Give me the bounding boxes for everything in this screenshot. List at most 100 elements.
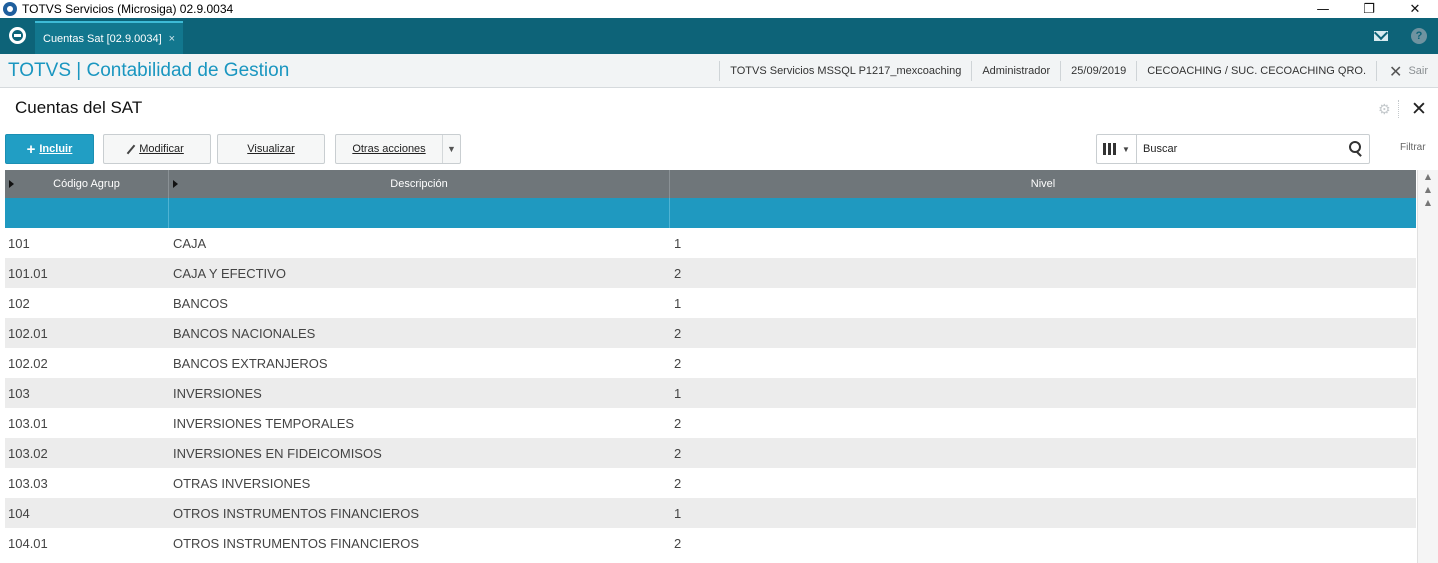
cell-nivel: 1 bbox=[674, 505, 682, 521]
messages-button[interactable] bbox=[1362, 18, 1400, 54]
incluir-button[interactable]: + Incluir bbox=[5, 134, 94, 164]
cell-descripcion: OTROS INSTRUMENTOS FINANCIEROS bbox=[173, 505, 420, 521]
table-row[interactable]: 101 CAJA 1 bbox=[5, 228, 1416, 258]
tab-close-icon[interactable]: × bbox=[169, 33, 175, 45]
restore-button[interactable]: ❐ bbox=[1346, 0, 1392, 18]
search-box: ▼ bbox=[1096, 134, 1370, 164]
table-row[interactable]: 101.01 CAJA Y EFECTIVO 2 bbox=[5, 258, 1416, 288]
incluir-label: Incluir bbox=[39, 143, 73, 155]
mail-icon bbox=[1374, 31, 1388, 41]
scroll-page-up-icon[interactable]: ▲ bbox=[1418, 183, 1438, 196]
window-titlebar: TOTVS Servicios (Microsiga) 02.9.0034 — … bbox=[0, 0, 1438, 18]
visualizar-label: Visualizar bbox=[247, 143, 295, 155]
tabbar-actions: ? bbox=[1362, 18, 1438, 54]
column-header-label: Nivel bbox=[1030, 178, 1056, 190]
column-arrow-icon bbox=[173, 180, 178, 188]
column-header-nivel[interactable]: Nivel bbox=[670, 170, 1416, 198]
cell-descripcion: BANCOS NACIONALES bbox=[173, 325, 316, 341]
cell-nivel: 2 bbox=[674, 445, 682, 461]
exit-button[interactable]: ✕ Sair bbox=[1376, 61, 1438, 81]
grid-body: 101 CAJA 1 101.01 CAJA Y EFECTIVO 2 102 BANCOS 1… bbox=[5, 228, 1416, 558]
minimize-button[interactable]: — bbox=[1300, 0, 1346, 18]
search-input[interactable] bbox=[1137, 136, 1341, 162]
help-icon: ? bbox=[1411, 28, 1427, 44]
exit-label: Sair bbox=[1408, 65, 1428, 77]
cell-nivel: 1 bbox=[674, 235, 682, 251]
columns-icon bbox=[1103, 143, 1117, 155]
table-row[interactable]: 104.01 OTROS INSTRUMENTOS FINANCIEROS 2 bbox=[5, 528, 1416, 558]
plus-icon: + bbox=[26, 140, 36, 158]
cell-codigo: 102.02 bbox=[8, 355, 48, 371]
cell-nivel: 2 bbox=[674, 535, 682, 551]
cell-codigo: 101.01 bbox=[8, 265, 48, 281]
cell-nivel: 2 bbox=[674, 265, 682, 281]
branch-info[interactable]: CECOACHING / SUC. CECOACHING QRO. bbox=[1136, 61, 1376, 81]
scroll-top-icon[interactable]: ▲ bbox=[1418, 170, 1438, 183]
divider bbox=[1398, 100, 1399, 118]
table-row[interactable]: 102.02 BANCOS EXTRANJEROS 2 bbox=[5, 348, 1416, 378]
pencil-icon bbox=[126, 144, 136, 154]
gear-icon[interactable]: ⚙ bbox=[1378, 102, 1391, 118]
close-page-button[interactable]: ✕ bbox=[1411, 98, 1427, 120]
cell-nivel: 2 bbox=[674, 475, 682, 491]
modificar-button[interactable]: Modificar bbox=[103, 134, 211, 164]
modificar-label: Modificar bbox=[139, 143, 184, 155]
filter-cell-nivel[interactable] bbox=[670, 198, 1416, 228]
cell-codigo: 102.01 bbox=[8, 325, 48, 341]
cell-descripcion: CAJA Y EFECTIVO bbox=[173, 265, 286, 281]
server-info: TOTVS Servicios MSSQL P1217_mexcoaching bbox=[719, 61, 971, 81]
dropdown-arrow-icon[interactable]: ▼ bbox=[442, 135, 460, 163]
cell-descripcion: INVERSIONES bbox=[173, 385, 262, 401]
cell-codigo: 101 bbox=[8, 235, 30, 251]
table-row[interactable]: 102 BANCOS 1 bbox=[5, 288, 1416, 318]
tab-label: Cuentas Sat [02.9.0034] bbox=[43, 32, 162, 45]
page-title: Cuentas del SAT bbox=[15, 98, 143, 117]
module-header: TOTVS | Contabilidad de Gestion TOTVS Se… bbox=[0, 54, 1438, 88]
filtrar-link[interactable]: Filtrar bbox=[1400, 142, 1426, 153]
table-row[interactable]: 103.03 OTRAS INVERSIONES 2 bbox=[5, 468, 1416, 498]
totvs-app-icon bbox=[3, 2, 17, 16]
cell-nivel: 1 bbox=[674, 385, 682, 401]
visualizar-button[interactable]: Visualizar bbox=[217, 134, 325, 164]
column-selector[interactable]: ▼ bbox=[1097, 135, 1137, 163]
user-info: Administrador bbox=[971, 61, 1060, 81]
cell-nivel: 2 bbox=[674, 325, 682, 341]
column-header-label: Código Agrup bbox=[53, 178, 120, 190]
otras-acciones-button[interactable]: Otras acciones ▼ bbox=[335, 134, 461, 164]
table-row[interactable]: 103.02 INVERSIONES EN FIDEICOMISOS 2 bbox=[5, 438, 1416, 468]
scroll-up-icon[interactable]: ▲ bbox=[1418, 196, 1438, 209]
cell-nivel: 2 bbox=[674, 415, 682, 431]
cell-nivel: 1 bbox=[674, 295, 682, 311]
session-info: TOTVS Servicios MSSQL P1217_mexcoaching … bbox=[719, 54, 1438, 88]
column-header-label: Descripción bbox=[390, 178, 448, 190]
otras-acciones-label: Otras acciones bbox=[352, 143, 426, 155]
tab-cuentas-sat[interactable]: Cuentas Sat [02.9.0034] × bbox=[35, 21, 184, 54]
grid-header: Código Agrup Descripción Nivel bbox=[5, 170, 1416, 198]
table-row[interactable]: 104 OTROS INSTRUMENTOS FINANCIEROS 1 bbox=[5, 498, 1416, 528]
table-row[interactable]: 102.01 BANCOS NACIONALES 2 bbox=[5, 318, 1416, 348]
cell-codigo: 104.01 bbox=[8, 535, 48, 551]
filter-cell-codigo[interactable] bbox=[5, 198, 169, 228]
totvs-logo-icon[interactable] bbox=[9, 27, 26, 44]
cell-descripcion: BANCOS bbox=[173, 295, 228, 311]
filter-cell-descripcion[interactable] bbox=[169, 198, 670, 228]
table-row[interactable]: 103.01 INVERSIONES TEMPORALES 2 bbox=[5, 408, 1416, 438]
chevron-down-icon: ▼ bbox=[1122, 144, 1130, 154]
accounts-grid: Código Agrup Descripción Nivel 101 CAJA 1 1… bbox=[5, 170, 1416, 563]
window-close-button[interactable]: ✕ bbox=[1392, 0, 1438, 18]
column-header-descripcion[interactable]: Descripción bbox=[169, 170, 670, 198]
grid-filter-row[interactable] bbox=[5, 198, 1416, 228]
table-row[interactable]: 103 INVERSIONES 1 bbox=[5, 378, 1416, 408]
cell-codigo: 103.01 bbox=[8, 415, 48, 431]
cell-codigo: 103.03 bbox=[8, 475, 48, 491]
vertical-scrollbar[interactable]: ▲ ▲ ▲ bbox=[1417, 170, 1438, 563]
module-title: TOTVS | Contabilidad de Gestion bbox=[8, 60, 290, 81]
cell-descripcion: OTRAS INVERSIONES bbox=[173, 475, 311, 491]
cell-codigo: 104 bbox=[8, 505, 30, 521]
column-header-codigo[interactable]: Código Agrup bbox=[5, 170, 169, 198]
cell-descripcion: INVERSIONES TEMPORALES bbox=[173, 415, 355, 431]
search-icon[interactable] bbox=[1341, 135, 1369, 163]
help-button[interactable]: ? bbox=[1400, 18, 1438, 54]
cell-descripcion: BANCOS EXTRANJEROS bbox=[173, 355, 328, 371]
cell-descripcion: OTROS INSTRUMENTOS FINANCIEROS bbox=[173, 535, 420, 551]
